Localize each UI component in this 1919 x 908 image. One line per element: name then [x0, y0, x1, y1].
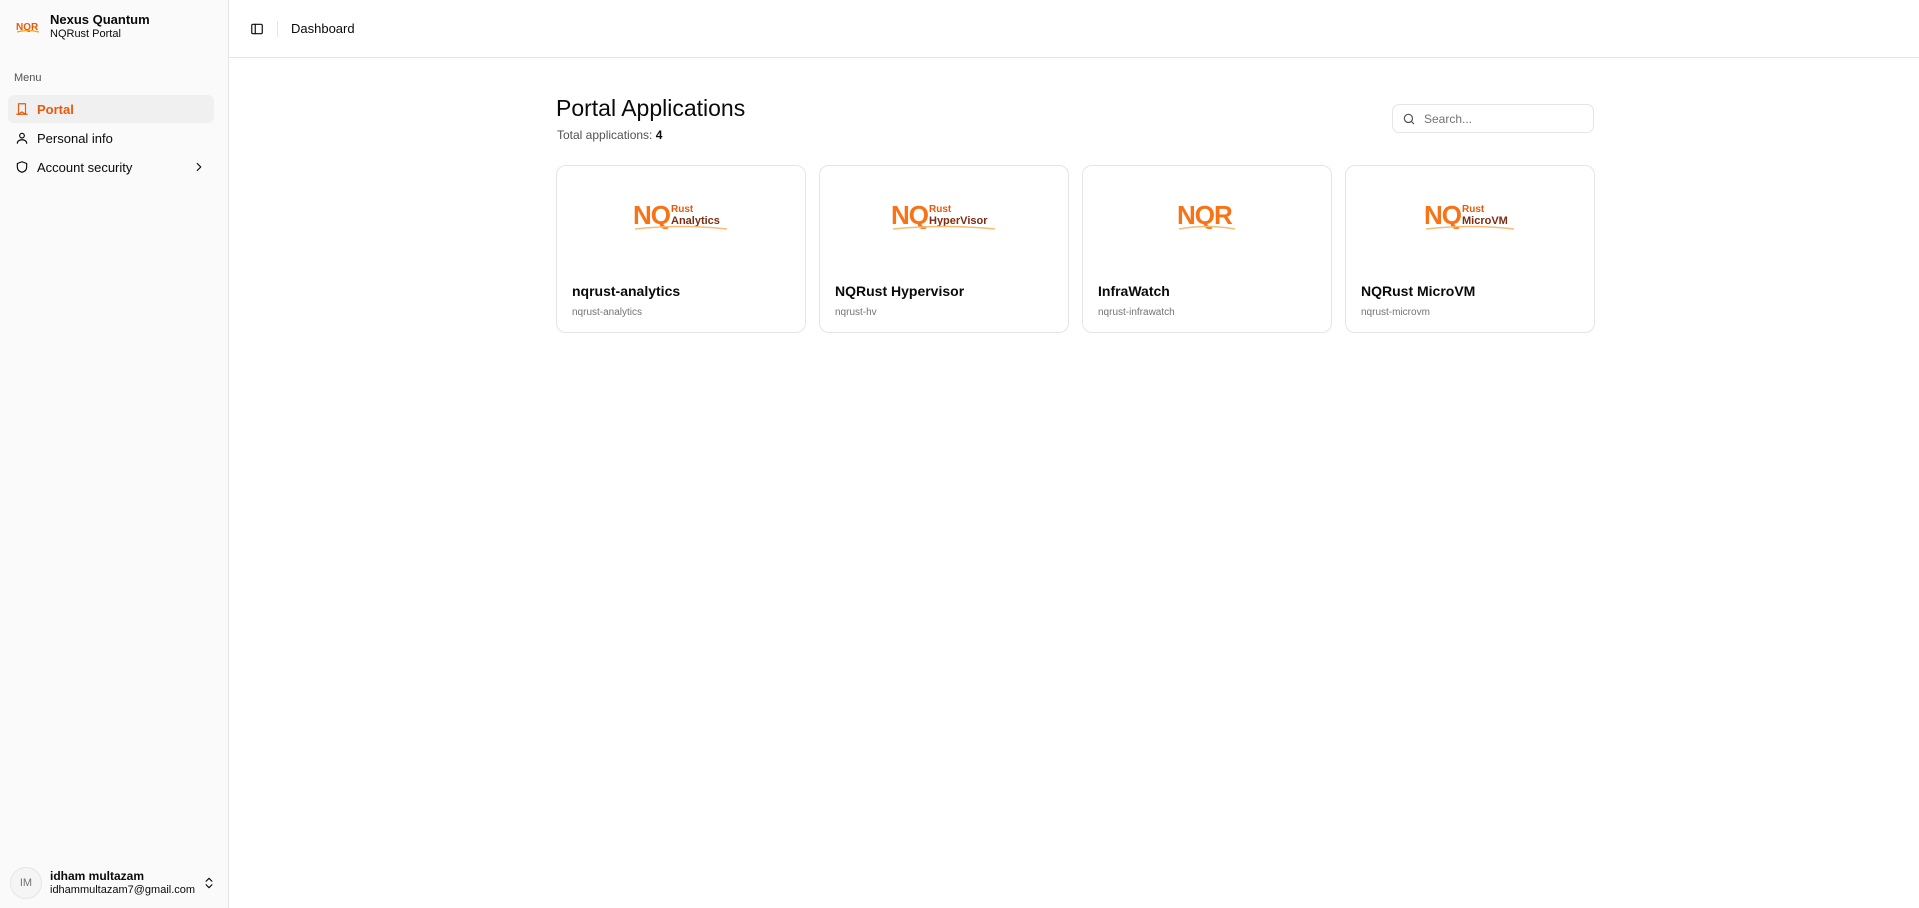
user-icon: [15, 131, 29, 145]
sidebar-item-label: Account security: [37, 159, 133, 175]
avatar: IM: [10, 867, 42, 899]
app-slug: nqrust-analytics: [572, 307, 643, 318]
total-count: 4: [655, 128, 663, 142]
total-applications: Total applications: 4: [557, 128, 662, 142]
svg-text:Rust: Rust: [1462, 204, 1485, 215]
search-input[interactable]: [1424, 111, 1584, 126]
header-divider: [277, 20, 278, 37]
app-name: InfraWatch: [1098, 283, 1170, 299]
breadcrumb[interactable]: Dashboard: [291, 21, 355, 36]
user-name: idham multazam: [50, 869, 145, 884]
sidebar-item-portal[interactable]: Portal: [8, 95, 214, 123]
app-slug: nqrust-microvm: [1361, 307, 1430, 318]
user-email: idhammultazam7@gmail.com: [50, 883, 196, 896]
analytics-logo-icon: NQ Rust Analytics: [557, 196, 805, 240]
svg-text:NQR: NQR: [1177, 200, 1233, 230]
search-icon: [1402, 112, 1416, 126]
hypervisor-logo-icon: NQ Rust HyperVisor: [820, 196, 1068, 240]
user-menu[interactable]: IM idham multazam idhammultazam7@gmail.c…: [10, 864, 220, 902]
panel-left-icon: [251, 23, 263, 34]
microvm-logo-icon: NQ Rust MicroVM: [1346, 196, 1594, 240]
app-card-nqrust-microvm[interactable]: NQ Rust MicroVM NQRust MicroVM nqrust-mi…: [1345, 165, 1595, 333]
chevrons-up-down-icon: [202, 876, 216, 890]
svg-text:MicroVM: MicroVM: [1462, 215, 1508, 227]
brand[interactable]: NQR Nexus Quantum NQRust Portal: [14, 12, 150, 41]
menu-label: Menu: [14, 72, 42, 84]
svg-text:HyperVisor: HyperVisor: [929, 215, 988, 227]
app-card-infrawatch[interactable]: NQR InfraWatch nqrust-infrawatch: [1082, 165, 1332, 333]
app-card-nqrust-hypervisor[interactable]: NQ Rust HyperVisor NQRust Hypervisor nqr…: [819, 165, 1069, 333]
svg-text:NQ: NQ: [633, 200, 671, 230]
infrawatch-logo-icon: NQR: [1083, 196, 1331, 240]
svg-text:Rust: Rust: [929, 204, 952, 215]
app-name: NQRust MicroVM: [1361, 283, 1476, 299]
sidebar-nav: Portal Personal info Account security: [8, 95, 214, 182]
sidebar-item-personal-info[interactable]: Personal info: [8, 124, 214, 152]
sidebar-item-label: Personal info: [37, 130, 113, 146]
chevron-right-icon: [192, 160, 206, 174]
nqr-logo-icon: NQR: [14, 13, 42, 41]
svg-text:NQ: NQ: [891, 200, 929, 230]
sidebar-toggle-button[interactable]: [246, 18, 268, 40]
svg-text:NQ: NQ: [1424, 200, 1462, 230]
app-grid: NQ Rust Analytics nqrust-analytics nqrus…: [556, 165, 1595, 333]
app-card-nqrust-analytics[interactable]: NQ Rust Analytics nqrust-analytics nqrus…: [556, 165, 806, 333]
brand-title: Nexus Quantum: [50, 12, 150, 28]
sidebar-item-label: Portal: [37, 101, 74, 117]
shield-icon: [15, 160, 29, 174]
top-header: Dashboard: [229, 0, 1919, 58]
sidebar-item-account-security[interactable]: Account security: [8, 153, 214, 181]
svg-text:Analytics: Analytics: [671, 215, 720, 227]
sidebar: NQR Nexus Quantum NQRust Portal Menu Por…: [0, 0, 229, 908]
search-box: [1392, 104, 1594, 133]
bookmark-icon: [15, 102, 29, 116]
app-slug: nqrust-hv: [835, 307, 877, 318]
total-label: Total applications:: [557, 128, 653, 142]
app-slug: nqrust-infrawatch: [1098, 307, 1175, 318]
app-name: nqrust-analytics: [572, 283, 681, 299]
brand-subtitle: NQRust Portal: [50, 28, 121, 41]
svg-text:Rust: Rust: [671, 204, 694, 215]
page-title: Portal Applications: [556, 95, 746, 121]
app-name: NQRust Hypervisor: [835, 283, 965, 299]
